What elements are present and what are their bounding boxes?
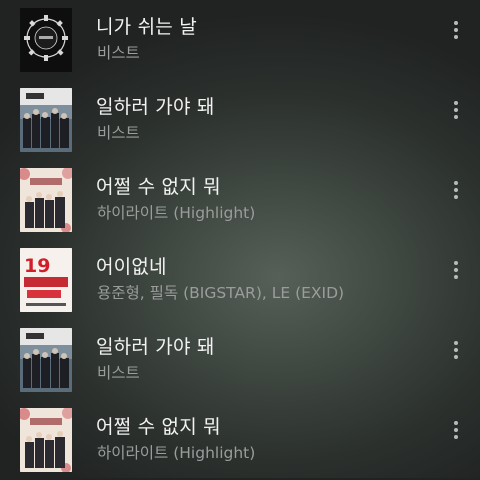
song-row[interactable]: 어쩔 수 없지 뭐 하이라이트 (Highlight): [0, 400, 480, 480]
song-title: 일하러 가야 돼: [96, 336, 215, 358]
more-vertical-icon[interactable]: [446, 258, 466, 284]
song-row[interactable]: 19 어이없네 용준형, 필독 (BIGSTAR), LE (EXID): [0, 240, 480, 320]
more-vertical-icon[interactable]: [446, 338, 466, 364]
album-art: [20, 168, 72, 232]
song-title: 일하러 가야 돼: [96, 96, 215, 118]
svg-text:19: 19: [24, 255, 50, 277]
more-vertical-icon[interactable]: [446, 18, 466, 44]
song-title: 어쩔 수 없지 뭐: [96, 176, 221, 198]
song-row[interactable]: 일하러 가야 돼 비스트: [0, 320, 480, 400]
song-artist: 비스트: [97, 364, 140, 382]
more-vertical-icon[interactable]: [446, 178, 466, 204]
album-art: [20, 8, 72, 72]
song-title: 어쩔 수 없지 뭐: [96, 416, 221, 438]
song-artist: 하이라이트 (Highlight): [97, 204, 256, 222]
song-artist: 하이라이트 (Highlight): [97, 444, 256, 462]
album-art: 19: [20, 248, 72, 312]
song-row[interactable]: 일하러 가야 돼 비스트: [0, 80, 480, 160]
song-artist: 비스트: [97, 124, 140, 142]
song-row[interactable]: 어쩔 수 없지 뭐 하이라이트 (Highlight): [0, 160, 480, 240]
album-art: [20, 88, 72, 152]
song-artist: 용준형, 필독 (BIGSTAR), LE (EXID): [97, 284, 345, 302]
album-art: [20, 328, 72, 392]
more-vertical-icon[interactable]: [446, 98, 466, 124]
song-title: 어이없네: [96, 256, 167, 278]
more-vertical-icon[interactable]: [446, 418, 466, 444]
song-list: 니가 쉬는 날 비스트 일하러 가야 돼 비스트 어쩔 수 없지 뭐 하이라이트…: [0, 0, 480, 478]
song-title: 니가 쉬는 날: [96, 16, 197, 38]
album-art: [20, 408, 72, 472]
song-row[interactable]: 니가 쉬는 날 비스트: [0, 0, 480, 80]
song-artist: 비스트: [97, 44, 140, 62]
